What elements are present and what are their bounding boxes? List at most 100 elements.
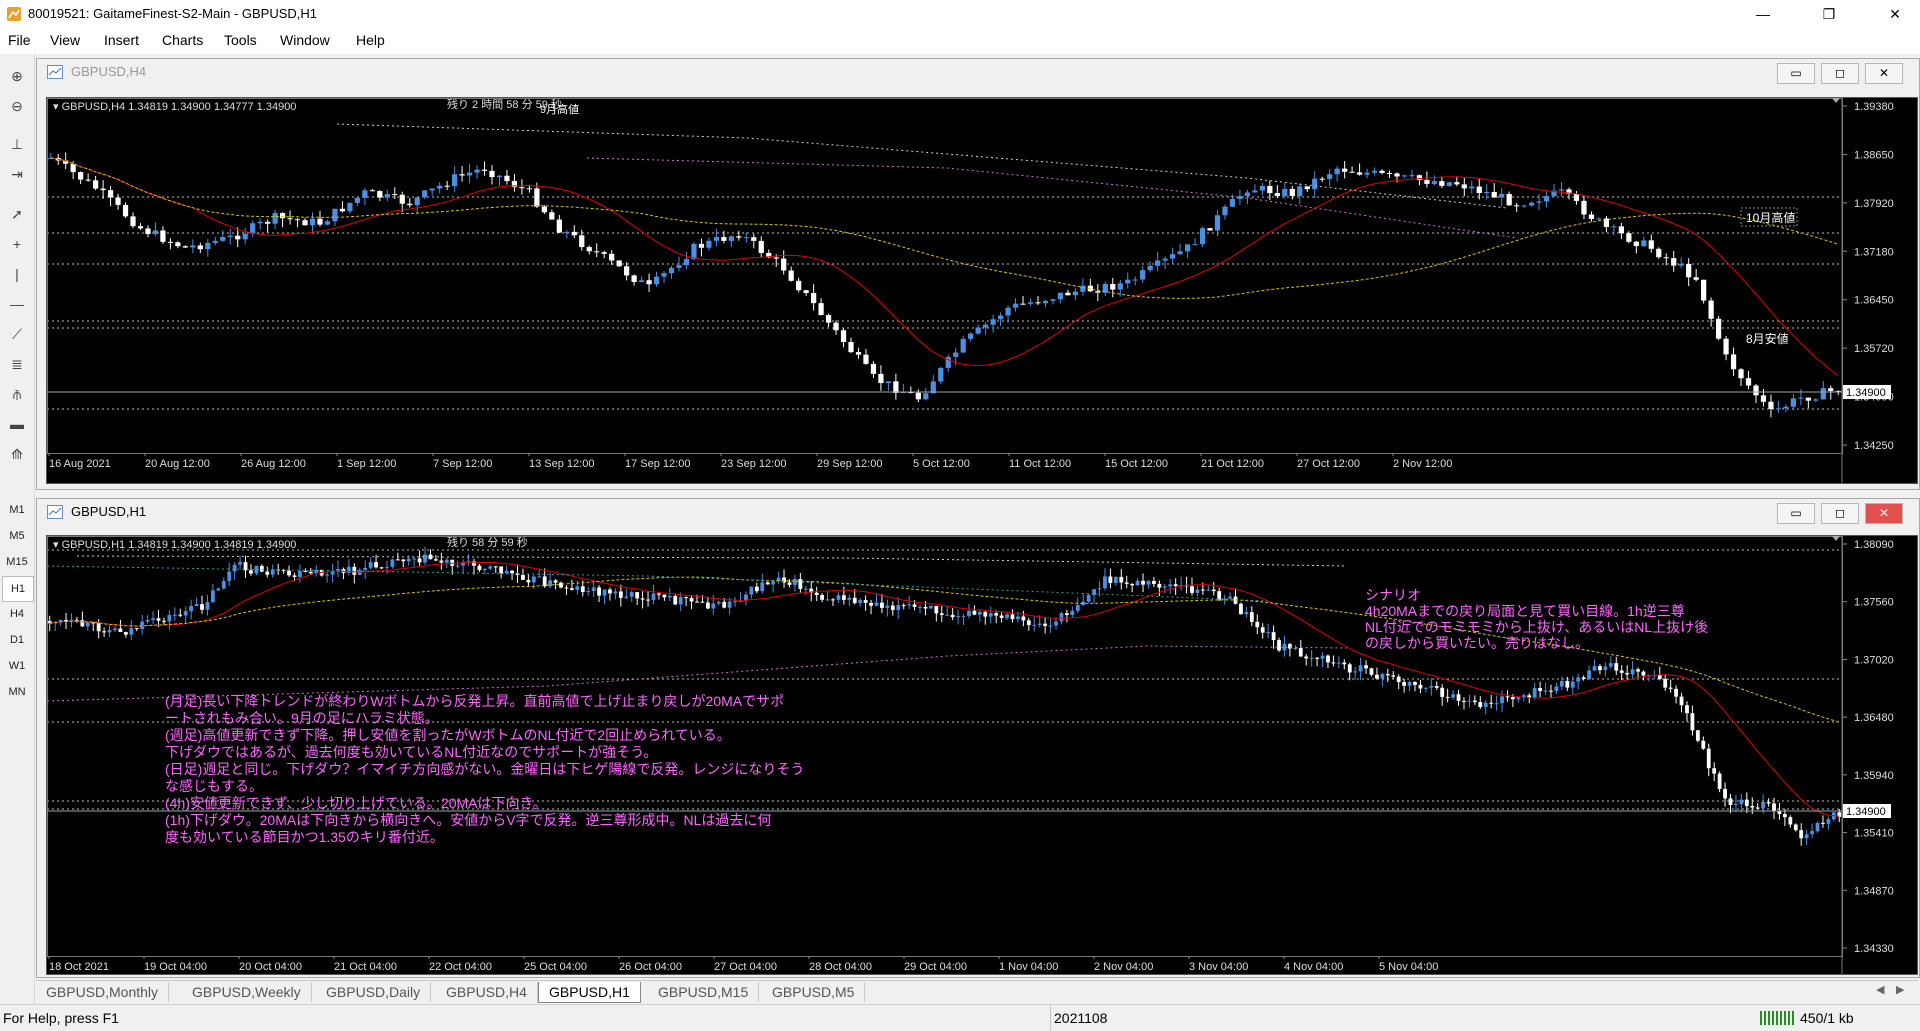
vertical-line-icon[interactable]: |	[5, 262, 29, 286]
zoom-out-icon[interactable]: ⊖	[5, 94, 29, 118]
tab-gbpusd-weekly[interactable]: GBPUSD,Weekly	[182, 982, 312, 1002]
candle-body	[1162, 258, 1168, 261]
candle-body	[1636, 669, 1640, 672]
zoom-in-icon[interactable]: ⊕	[5, 64, 29, 88]
left-toolbar: ⊕ ⊖ ⊥ ⇥ ➚ + | — ⟋ ≣ ⫚ ▬ ⟰ M1 M5 M15 H1 H…	[0, 54, 35, 1010]
candle-body	[564, 231, 570, 233]
objects-icon[interactable]: ⟰	[5, 442, 29, 466]
tab-gbpusd-h4[interactable]: GBPUSD,H4	[436, 982, 538, 1002]
timeframe-w1[interactable]: W1	[2, 654, 32, 678]
tab-gbpusd-daily[interactable]: GBPUSD,Daily	[316, 982, 432, 1002]
timeframe-h1[interactable]: H1	[2, 576, 34, 602]
tab-gbpusd-h1[interactable]: GBPUSD,H1	[538, 982, 641, 1003]
horizontal-line-icon[interactable]: —	[5, 292, 29, 316]
candle-body	[579, 235, 585, 248]
timeframe-m5[interactable]: M5	[2, 524, 32, 548]
restore-button[interactable]: ❐	[1806, 0, 1852, 28]
candle-body	[638, 280, 645, 283]
menu-view[interactable]: View	[50, 32, 80, 48]
tab-gbpusd-m15[interactable]: GBPUSD,M15	[648, 982, 760, 1002]
candle-body	[1274, 193, 1280, 197]
cursor-icon[interactable]: ➚	[5, 202, 29, 226]
candle-body	[896, 605, 901, 610]
candle-body	[1043, 623, 1048, 626]
period-sep-icon[interactable]: ⊥	[5, 132, 29, 156]
candle-body	[1319, 178, 1325, 180]
candle-body	[1315, 657, 1320, 659]
candle-body	[1195, 589, 1200, 593]
chart-shift-icon[interactable]: ⇥	[5, 162, 29, 186]
minimize-button[interactable]: —	[1740, 0, 1786, 28]
tab-gbpusd-monthly[interactable]: GBPUSD,Monthly	[36, 982, 170, 1002]
chart-h1-canvas[interactable]: 1.38090 1.37560 1.37020 1.36480 1.35940 1.354…	[46, 535, 1917, 974]
timeframe-m1[interactable]: M1	[2, 498, 32, 522]
pitchfork-icon[interactable]: ⫚	[5, 382, 29, 406]
candle-body	[379, 567, 384, 569]
candle-body	[259, 565, 264, 572]
candle-body	[134, 628, 139, 630]
candle-body	[997, 315, 1004, 320]
tab-gbpusd-m5[interactable]: GBPUSD,M5	[762, 982, 866, 1002]
candle-body	[1516, 697, 1521, 700]
time-axis-label: 19 Oct 04:00	[144, 961, 207, 973]
menu-window[interactable]: Window	[280, 32, 330, 48]
menu-file[interactable]: File	[8, 32, 31, 48]
candle-body	[1805, 397, 1811, 401]
candle-body	[347, 202, 353, 212]
analysis-note-line: ートされもみ合い。9月の足にハラミ状態。	[165, 710, 439, 726]
menu-tools[interactable]: Tools	[224, 32, 257, 48]
candle-body	[1775, 408, 1782, 410]
candle-body	[1618, 226, 1624, 234]
candle-body	[1379, 170, 1385, 173]
candle-body	[324, 221, 331, 225]
candle-body	[1766, 802, 1771, 804]
rectangle-icon[interactable]: ▬	[5, 412, 29, 436]
chart-window-icon	[47, 505, 63, 519]
candle-body	[1418, 684, 1423, 689]
tab-scroll-right-icon[interactable]: ▶	[1896, 983, 1904, 996]
chart-close-button[interactable]: ✕	[1865, 503, 1903, 524]
timeframe-m15[interactable]: M15	[2, 550, 32, 574]
chart-minimize-button[interactable]: ▭	[1777, 63, 1815, 84]
candle-body	[130, 216, 136, 227]
candle-body	[1080, 285, 1086, 292]
chart-close-button[interactable]: ✕	[1865, 63, 1903, 84]
close-button[interactable]: ✕	[1872, 0, 1918, 28]
candle-body	[1070, 610, 1075, 615]
candle-body	[455, 565, 460, 567]
chart-h4[interactable]: 1.39380 1.38650 1.37920 1.37180 1.36450 1.357…	[46, 97, 1918, 484]
chart-restore-button[interactable]: ◻	[1821, 503, 1859, 524]
crosshair-icon[interactable]: +	[5, 232, 29, 256]
chart-restore-button[interactable]: ◻	[1821, 63, 1859, 84]
time-axis-label: 2 Nov 04:00	[1094, 961, 1153, 973]
chart-minimize-button[interactable]: ▭	[1777, 503, 1815, 524]
timeframe-h4[interactable]: H4	[2, 602, 32, 626]
timeframe-d1[interactable]: D1	[2, 628, 32, 652]
candle-body	[798, 578, 803, 589]
menu-help[interactable]: Help	[356, 32, 385, 48]
candle-body	[118, 628, 123, 633]
label-august-low: 8月安値	[1746, 331, 1789, 346]
menu-insert[interactable]: Insert	[104, 32, 139, 48]
candle-body	[102, 631, 107, 633]
menu-charts[interactable]: Charts	[162, 32, 203, 48]
candle-body	[107, 630, 112, 633]
tab-scroll-left-icon[interactable]: ◀	[1876, 983, 1884, 996]
timeframe-mn[interactable]: MN	[2, 680, 32, 704]
candle-body	[616, 260, 622, 267]
candle-body	[362, 190, 368, 198]
trendline-icon[interactable]: ⟋	[5, 322, 29, 346]
price-axis-label: 1.37920	[1854, 198, 1894, 210]
candle-body	[1521, 205, 1527, 207]
chart-h1[interactable]: 1.38090 1.37560 1.37020 1.36480 1.35940 1.354…	[46, 535, 1918, 975]
candle-body	[1252, 190, 1258, 193]
candle-body	[167, 241, 174, 243]
candle-body	[1413, 682, 1417, 685]
candle-body	[1668, 687, 1673, 689]
candle-body	[107, 190, 114, 198]
fibo-icon[interactable]: ≣	[5, 352, 29, 376]
candle-body	[374, 562, 378, 568]
candle-body	[640, 598, 645, 600]
candle-body	[549, 212, 555, 220]
chart-h4-canvas[interactable]: 1.39380 1.38650 1.37920 1.37180 1.36450 1.357…	[47, 97, 1917, 483]
